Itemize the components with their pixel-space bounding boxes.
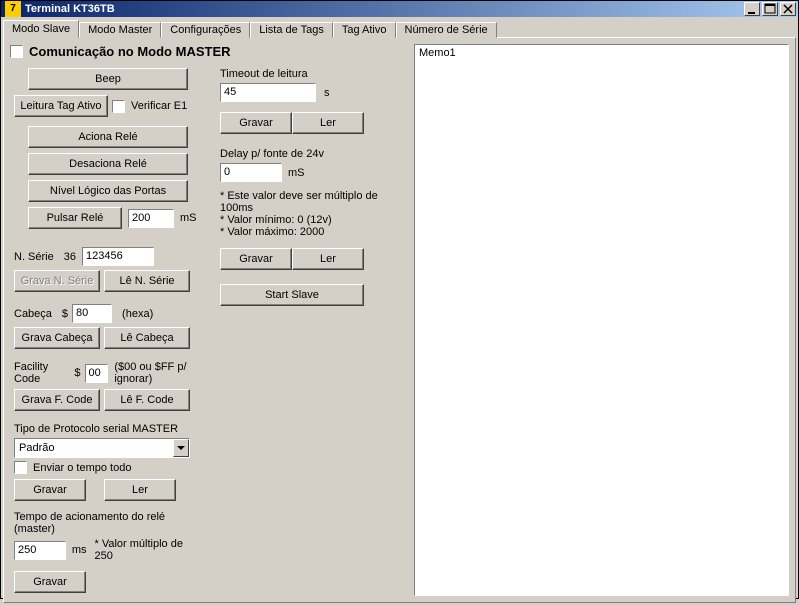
protocolo-gravar-button[interactable]: Gravar [14,479,86,501]
tab-modo-master[interactable]: Modo Master [79,22,161,38]
tab-lista-tags[interactable]: Lista de Tags [250,22,333,38]
minimize-button[interactable] [744,2,760,16]
nserie-36: 36 [64,251,76,263]
app-window: 7 Terminal KT36TB Modo Slave Modo Master… [0,0,799,599]
le-fcode-button[interactable]: Lê F. Code [104,389,190,411]
window-controls [744,2,796,16]
pulsar-rele-button[interactable]: Pulsar Relé [28,207,122,229]
delay-note2: * Valor mínimo: 0 (12v) [220,214,410,226]
client-area: Modo Slave Modo Master Configurações Lis… [1,17,798,605]
heading-row: Comunicação no Modo MASTER [10,44,410,59]
nivel-logico-button[interactable]: Nível Lógico das Portas [28,180,188,202]
tab-strip: Modo Slave Modo Master Configurações Lis… [3,20,796,38]
nserie-input[interactable]: 123456 [82,247,154,266]
facility-label: Facility Code [14,361,64,385]
tab-numero-serie[interactable]: Número de Série [396,22,497,38]
start-slave-button[interactable]: Start Slave [220,284,364,306]
app-icon: 7 [5,1,21,17]
protocolo-value: Padrão [19,442,54,454]
nserie-label: N. Série [14,251,54,263]
delay-note1: * Este valor deve ser múltiplo de 100ms [220,190,410,214]
master-mode-checkbox[interactable] [10,45,23,58]
protocolo-ler-button[interactable]: Ler [104,479,176,501]
heading-text: Comunicação no Modo MASTER [29,44,231,59]
cabeca-label: Cabeça [14,308,52,320]
facility-note: ($00 ou $FF p/ ignorar) [114,361,204,385]
timeout-unit: s [324,87,330,99]
titlebar: 7 Terminal KT36TB [1,1,798,17]
delay-note3: * Valor máximo: 2000 [220,226,410,238]
tab-configuracoes[interactable]: Configurações [161,22,250,38]
memo-textarea[interactable]: Memo1 [414,44,789,596]
protocolo-combo[interactable]: Padrão [14,438,190,458]
leitura-tag-ativo-button[interactable]: Leitura Tag Ativo [14,95,108,117]
verificar-e1-label: Verificar E1 [131,100,187,112]
pulsar-rele-input[interactable]: 200 [128,209,174,228]
tempo-rele-unit: ms [72,544,87,556]
tab-modo-slave[interactable]: Modo Slave [3,20,79,38]
delay-ler-button[interactable]: Ler [292,248,364,270]
tabpanel-modo-slave: Comunicação no Modo MASTER Beep Leitura … [3,37,796,603]
timeout-input[interactable]: 45 [220,83,316,102]
grava-nserie-button[interactable]: Grava N. Série [14,270,100,292]
chevron-down-icon[interactable] [173,439,189,457]
tempo-rele-label: Tempo de acionamento do relé (master) [14,511,204,535]
pulsar-rele-unit: mS [180,212,197,224]
close-button[interactable] [780,2,796,16]
protocolo-label: Tipo de Protocolo serial MASTER [14,423,204,435]
tab-tag-ativo[interactable]: Tag Ativo [333,22,396,38]
left-column: Comunicação no Modo MASTER Beep Leitura … [10,44,410,596]
cabeca-input[interactable]: 80 [72,304,112,323]
facility-input[interactable]: 00 [85,364,109,383]
verificar-e1-checkbox[interactable] [112,100,125,113]
delay-input[interactable]: 0 [220,163,282,182]
grava-cabeca-button[interactable]: Grava Cabeça [14,327,100,349]
enviar-tempo-label: Enviar o tempo todo [33,462,131,474]
aciona-rele-button[interactable]: Aciona Relé [28,126,188,148]
le-nserie-button[interactable]: Lê N. Série [104,270,190,292]
right-column: Memo1 [414,44,789,596]
grava-fcode-button[interactable]: Grava F. Code [14,389,100,411]
timeout-ler-button[interactable]: Ler [292,112,364,134]
timeout-gravar-button[interactable]: Gravar [220,112,292,134]
tempo-rele-note: * Valor múltiplo de 250 [95,538,204,562]
delay-label: Delay p/ fonte de 24v [220,148,410,160]
delay-unit: mS [288,167,305,179]
maximize-button[interactable] [762,2,778,16]
window-title: Terminal KT36TB [25,3,744,15]
cabeca-hexa: (hexa) [122,308,153,320]
le-cabeca-button[interactable]: Lê Cabeça [104,327,190,349]
tempo-rele-input[interactable]: 250 [14,541,66,560]
tempo-rele-gravar-button[interactable]: Gravar [14,571,86,593]
desaciona-rele-button[interactable]: Desaciona Relé [28,153,188,175]
timeout-label: Timeout de leitura [220,68,410,80]
enviar-tempo-checkbox[interactable] [14,461,27,474]
delay-gravar-button[interactable]: Gravar [220,248,292,270]
cabeca-dollar: $ [62,308,68,320]
beep-button[interactable]: Beep [28,68,188,90]
facility-dollar: $ [74,367,80,379]
